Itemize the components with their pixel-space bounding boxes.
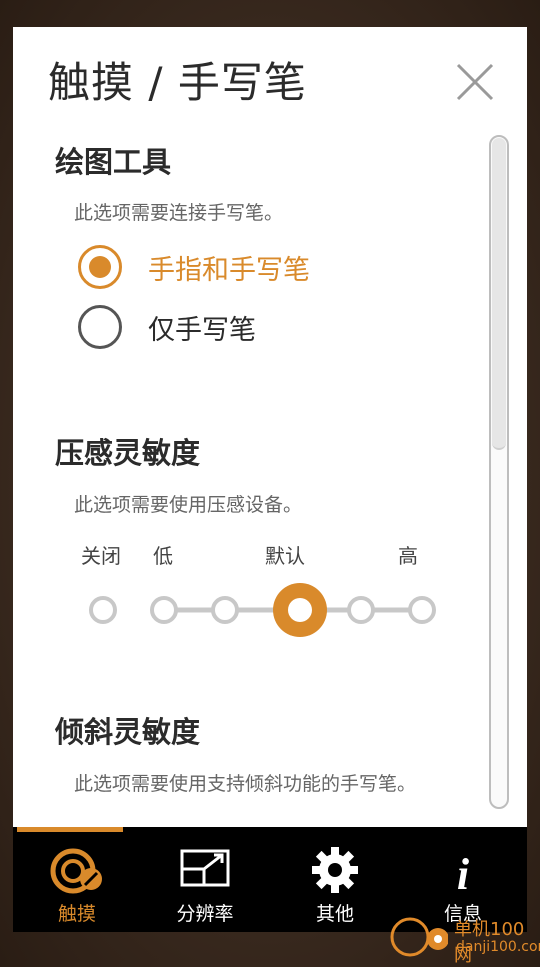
gear-icon (312, 847, 358, 893)
tilt-description: 此选项需要使用支持倾斜功能的手写笔。 (74, 773, 417, 795)
tab-label: 分辨率 (176, 903, 234, 925)
scrollbar[interactable] (489, 135, 509, 809)
pressure-slider[interactable] (73, 582, 453, 638)
settings-dialog: 触摸 / 手写笔 绘图工具 此选项需要连接手写笔。 手指和手写笔 仅手写笔 压感… (13, 27, 527, 827)
slider-level-node[interactable] (150, 596, 178, 624)
scale-label-off: 关闭 (81, 544, 121, 568)
radio-finger-and-stylus[interactable]: 手指和手写笔 (78, 245, 398, 295)
radio-label: 仅手写笔 (148, 315, 256, 346)
radio-label: 手指和手写笔 (148, 255, 310, 286)
slider-thumb-center (288, 598, 312, 622)
dialog-title: 触摸 / 手写笔 (48, 58, 307, 107)
tab-label: 其他 (315, 903, 354, 925)
radio-stylus-only[interactable]: 仅手写笔 (78, 305, 398, 355)
tab-other[interactable]: 其他 (271, 827, 399, 932)
tab-resolution[interactable]: 分辨率 (141, 827, 269, 932)
watermark-url: danji100.com (456, 939, 540, 955)
scale-label-default: 默认 (265, 544, 305, 568)
slider-level-node[interactable] (211, 596, 239, 624)
close-icon[interactable] (453, 60, 497, 104)
slider-level-node[interactable] (408, 596, 436, 624)
watermark-logo: 单机100网 danji100.com (388, 915, 540, 966)
slider-level-node[interactable] (89, 596, 117, 624)
info-icon: i (457, 850, 470, 895)
watermark-icon (390, 917, 449, 957)
scrollbar-thumb[interactable] (492, 138, 506, 450)
radio-selected-icon (78, 245, 122, 289)
scale-label-low: 低 (153, 544, 173, 568)
radio-unselected-icon (78, 305, 122, 349)
resolution-icon (180, 849, 230, 887)
tab-label: 触摸 (57, 903, 96, 925)
touch-icon (50, 848, 102, 894)
pressure-heading: 压感灵敏度 (55, 436, 201, 470)
active-tab-indicator (17, 827, 123, 832)
drawing-tool-heading: 绘图工具 (55, 145, 172, 179)
tab-touch[interactable]: 触摸 (13, 827, 141, 932)
drawing-tool-description: 此选项需要连接手写笔。 (74, 202, 284, 224)
svg-text:i: i (457, 850, 470, 895)
slider-level-node[interactable] (347, 596, 375, 624)
tilt-heading: 倾斜灵敏度 (55, 715, 201, 749)
scale-label-high: 高 (398, 544, 418, 568)
pressure-description: 此选项需要使用压感设备。 (74, 494, 303, 516)
